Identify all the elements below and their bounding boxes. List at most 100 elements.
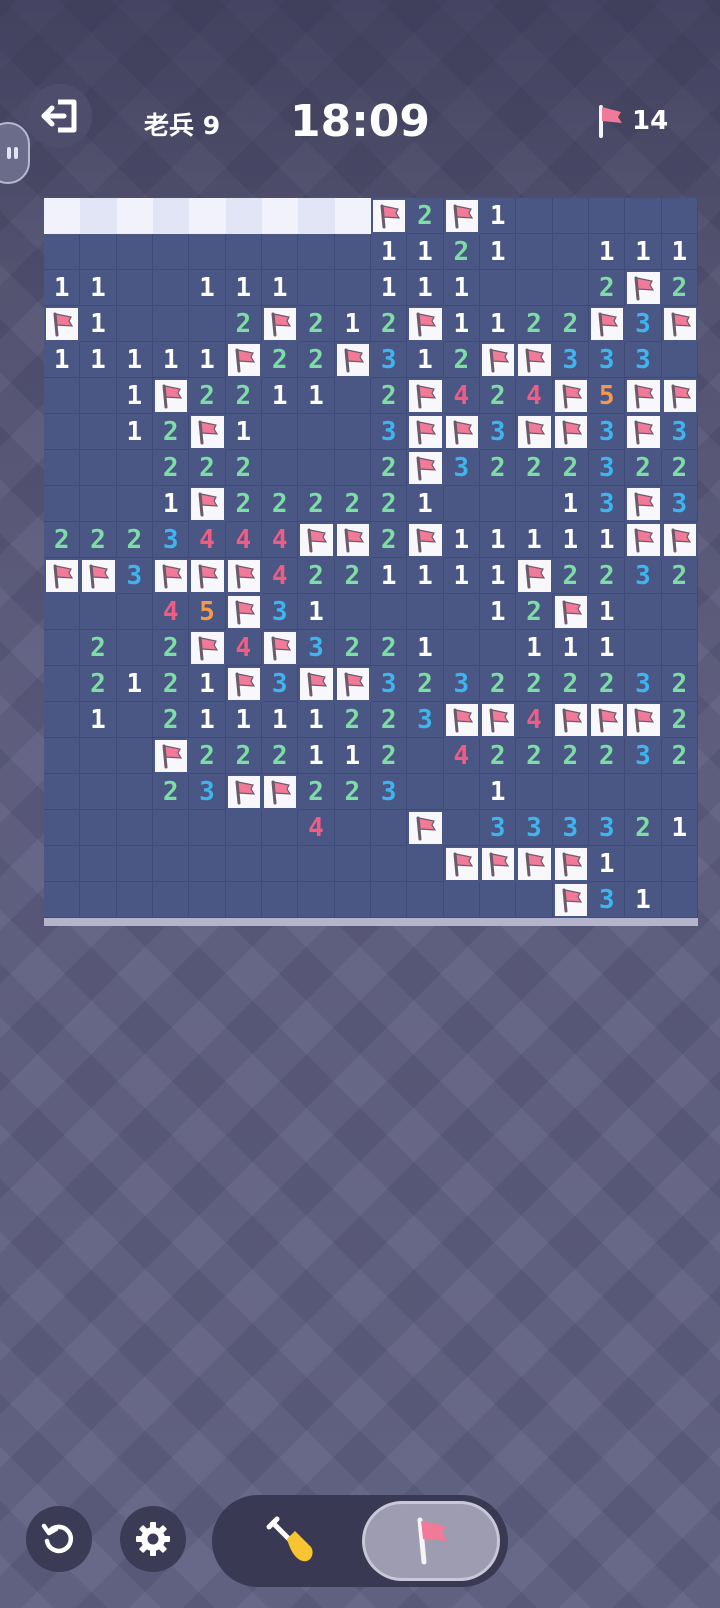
flagged-cell[interactable] [516, 846, 553, 882]
number-cell[interactable]: 2 [298, 486, 335, 522]
number-cell[interactable]: 1 [153, 342, 190, 378]
number-cell[interactable]: 2 [298, 306, 335, 342]
number-cell[interactable]: 1 [552, 522, 589, 558]
flagged-cell[interactable] [480, 846, 517, 882]
unrevealed-cell[interactable] [116, 594, 153, 630]
number-cell[interactable]: 5 [189, 594, 226, 630]
unrevealed-cell[interactable] [80, 810, 117, 846]
unrevealed-cell[interactable] [661, 630, 698, 666]
unrevealed-cell[interactable] [371, 846, 408, 882]
number-cell[interactable]: 1 [262, 270, 299, 306]
number-cell[interactable]: 1 [262, 702, 299, 738]
unrevealed-cell[interactable] [44, 486, 81, 522]
number-cell[interactable]: 1 [262, 378, 299, 414]
number-cell[interactable]: 1 [116, 666, 153, 702]
revealed-empty-cell[interactable] [44, 198, 81, 234]
number-cell[interactable]: 1 [552, 630, 589, 666]
number-cell[interactable]: 1 [80, 306, 117, 342]
flagged-cell[interactable] [661, 306, 698, 342]
flagged-cell[interactable] [298, 522, 335, 558]
number-cell[interactable]: 1 [552, 486, 589, 522]
flagged-cell[interactable] [552, 846, 589, 882]
unrevealed-cell[interactable] [189, 846, 226, 882]
flagged-cell[interactable] [443, 414, 480, 450]
unrevealed-cell[interactable] [443, 486, 480, 522]
number-cell[interactable]: 2 [516, 594, 553, 630]
number-cell[interactable]: 2 [153, 774, 190, 810]
unrevealed-cell[interactable] [516, 882, 553, 918]
number-cell[interactable]: 1 [189, 702, 226, 738]
unrevealed-cell[interactable] [661, 882, 698, 918]
number-cell[interactable]: 2 [625, 810, 662, 846]
flagged-cell[interactable] [516, 342, 553, 378]
unrevealed-cell[interactable] [80, 414, 117, 450]
unrevealed-cell[interactable] [516, 198, 553, 234]
number-cell[interactable]: 2 [661, 666, 698, 702]
unrevealed-cell[interactable] [116, 738, 153, 774]
flagged-cell[interactable] [407, 450, 444, 486]
number-cell[interactable]: 2 [80, 522, 117, 558]
number-cell[interactable]: 3 [116, 558, 153, 594]
number-cell[interactable]: 1 [443, 270, 480, 306]
number-cell[interactable]: 1 [516, 522, 553, 558]
number-cell[interactable]: 4 [262, 522, 299, 558]
number-cell[interactable]: 2 [153, 702, 190, 738]
number-cell[interactable]: 2 [480, 378, 517, 414]
number-cell[interactable]: 1 [661, 810, 698, 846]
number-cell[interactable]: 2 [661, 450, 698, 486]
number-cell[interactable]: 2 [371, 378, 408, 414]
unrevealed-cell[interactable] [407, 594, 444, 630]
number-cell[interactable]: 3 [480, 414, 517, 450]
number-cell[interactable]: 2 [153, 450, 190, 486]
number-cell[interactable]: 1 [480, 594, 517, 630]
unrevealed-cell[interactable] [262, 414, 299, 450]
number-cell[interactable]: 4 [298, 810, 335, 846]
settings-button[interactable] [120, 1506, 186, 1572]
number-cell[interactable]: 1 [443, 306, 480, 342]
number-cell[interactable]: 2 [516, 666, 553, 702]
number-cell[interactable]: 3 [589, 342, 626, 378]
number-cell[interactable]: 2 [589, 666, 626, 702]
flagged-cell[interactable] [225, 342, 262, 378]
unrevealed-cell[interactable] [443, 882, 480, 918]
number-cell[interactable]: 4 [225, 630, 262, 666]
flag-mode-button[interactable] [362, 1501, 500, 1581]
unrevealed-cell[interactable] [44, 450, 81, 486]
unrevealed-cell[interactable] [44, 630, 81, 666]
unrevealed-cell[interactable] [116, 882, 153, 918]
unrevealed-cell[interactable] [153, 306, 190, 342]
unrevealed-cell[interactable] [552, 198, 589, 234]
number-cell[interactable]: 2 [153, 414, 190, 450]
number-cell[interactable]: 2 [407, 666, 444, 702]
number-cell[interactable]: 1 [480, 558, 517, 594]
number-cell[interactable]: 2 [225, 378, 262, 414]
number-cell[interactable]: 1 [80, 702, 117, 738]
number-cell[interactable]: 4 [443, 738, 480, 774]
number-cell[interactable]: 2 [589, 270, 626, 306]
unrevealed-cell[interactable] [516, 234, 553, 270]
unrevealed-cell[interactable] [116, 846, 153, 882]
number-cell[interactable]: 1 [407, 486, 444, 522]
number-cell[interactable]: 3 [371, 666, 408, 702]
number-cell[interactable]: 3 [625, 306, 662, 342]
number-cell[interactable]: 1 [589, 522, 626, 558]
number-cell[interactable]: 4 [189, 522, 226, 558]
number-cell[interactable]: 2 [661, 558, 698, 594]
number-cell[interactable]: 4 [225, 522, 262, 558]
number-cell[interactable]: 4 [516, 702, 553, 738]
flagged-cell[interactable] [552, 378, 589, 414]
number-cell[interactable]: 2 [189, 738, 226, 774]
unrevealed-cell[interactable] [552, 774, 589, 810]
number-cell[interactable]: 1 [116, 414, 153, 450]
number-cell[interactable]: 2 [589, 558, 626, 594]
unrevealed-cell[interactable] [116, 486, 153, 522]
flagged-cell[interactable] [189, 558, 226, 594]
unrevealed-cell[interactable] [443, 630, 480, 666]
unrevealed-cell[interactable] [116, 810, 153, 846]
number-cell[interactable]: 2 [371, 630, 408, 666]
number-cell[interactable]: 1 [334, 738, 371, 774]
unrevealed-cell[interactable] [80, 378, 117, 414]
number-cell[interactable]: 2 [516, 738, 553, 774]
flagged-cell[interactable] [443, 846, 480, 882]
flagged-cell[interactable] [407, 522, 444, 558]
